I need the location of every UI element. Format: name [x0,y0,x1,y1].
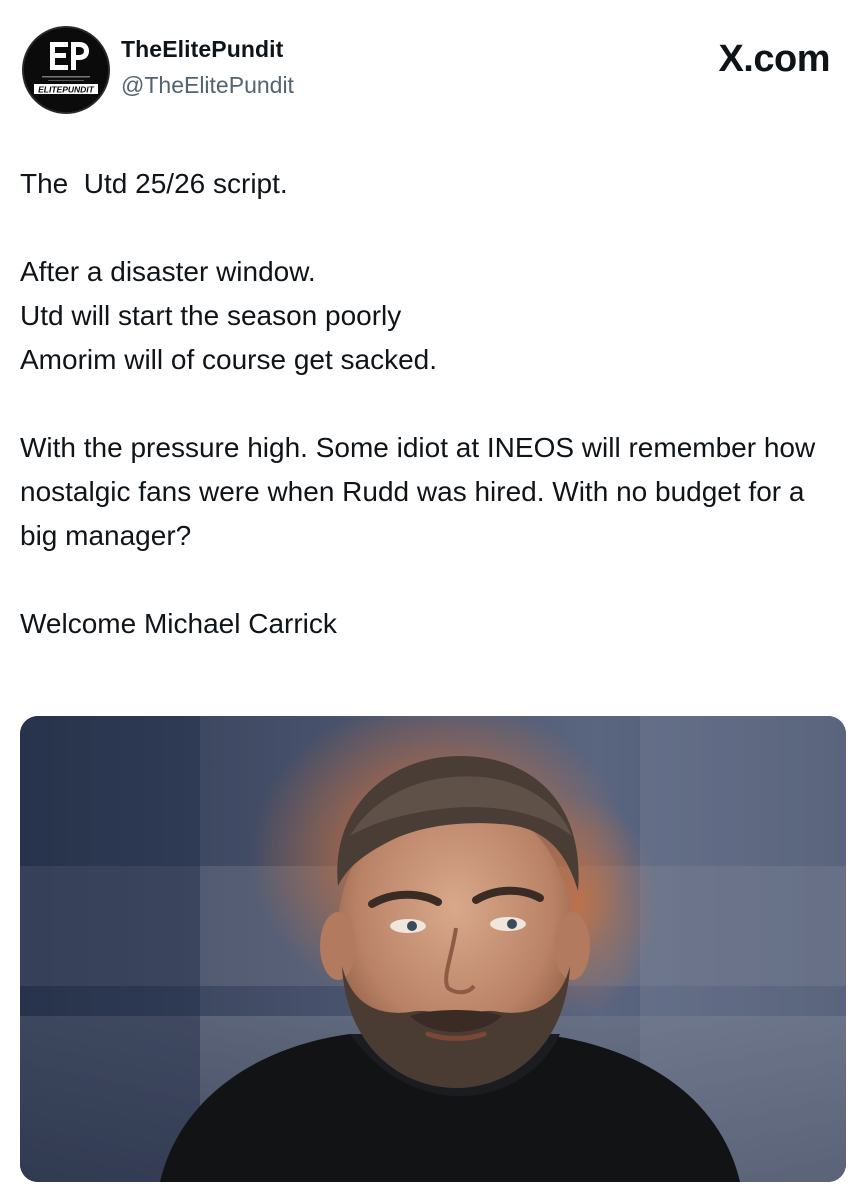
logo-wordmark: ELITEPUNDIT [38,85,95,95]
tweet-paragraph: Welcome Michael Carrick [20,608,337,639]
display-name[interactable]: TheElitePundit [121,36,283,63]
tweet-paragraph: The Utd 25/26 script. [20,168,288,199]
portrait-photo [20,716,846,1182]
tweet-media[interactable] [20,716,846,1182]
avatar[interactable]: ELITEPUNDIT [22,26,110,114]
user-handle[interactable]: @TheElitePundit [121,72,294,99]
elitepundit-logo-icon: ELITEPUNDIT [24,28,108,112]
tweet-paragraph: With the pressure high. Some idiot at IN… [20,432,823,551]
tweet-text: The Utd 25/26 script. After a disaster w… [20,162,820,646]
tweet-paragraph: After a disaster window. Utd will start … [20,256,438,375]
brand-wordmark: X.com [718,38,830,80]
tweet-header: ELITEPUNDIT TheElitePundit @TheElitePund… [0,0,866,130]
